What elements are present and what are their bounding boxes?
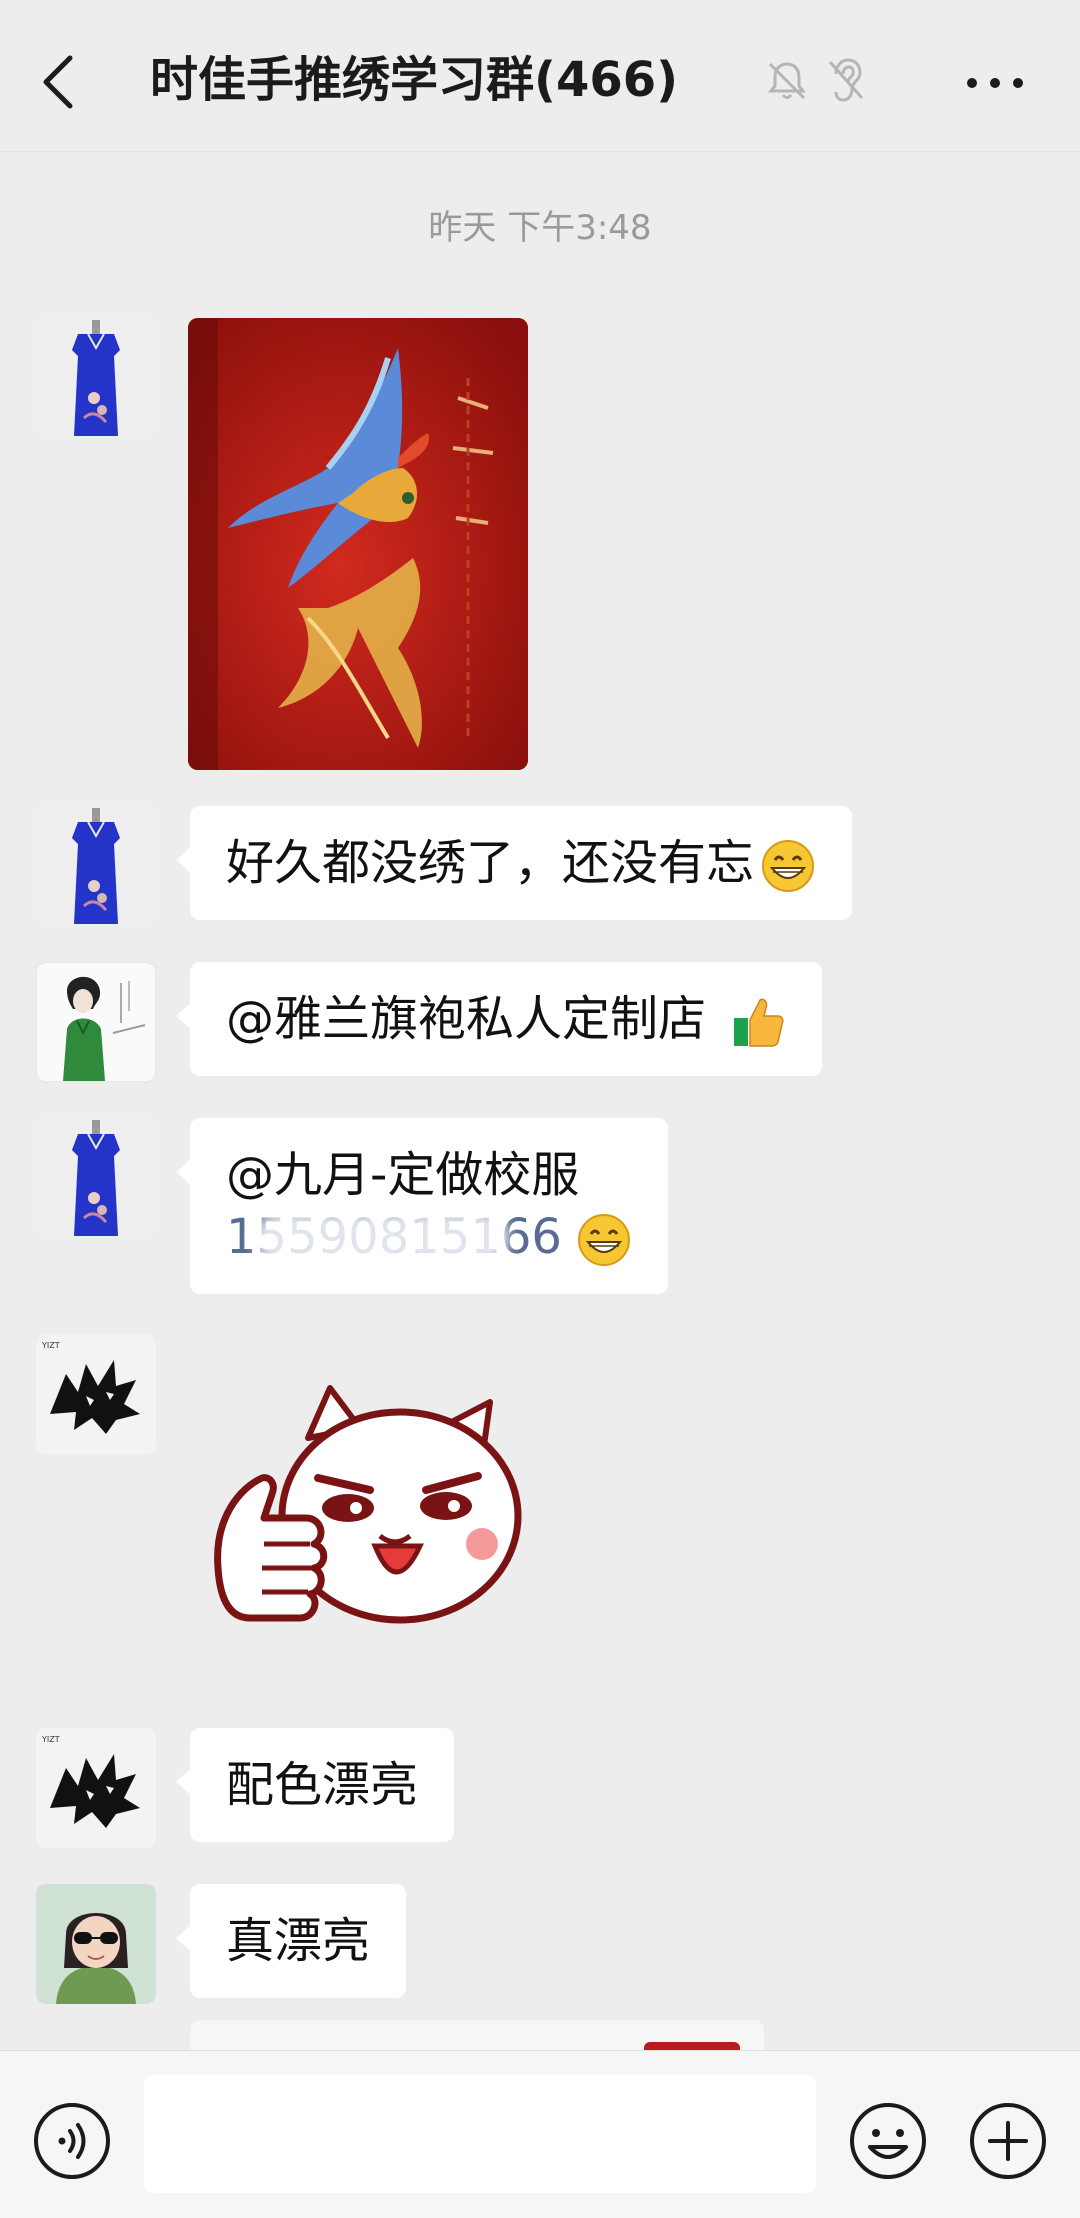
smiley-icon bbox=[850, 2103, 926, 2179]
avatar[interactable] bbox=[36, 962, 156, 1082]
voice-icon bbox=[34, 2103, 110, 2179]
more-horizontal-icon bbox=[967, 78, 1023, 88]
more-button[interactable] bbox=[960, 58, 1030, 108]
girl-avatar bbox=[36, 1884, 156, 2004]
avatar[interactable] bbox=[36, 318, 156, 438]
message-text: 好久都没绣了，还没有忘 bbox=[226, 835, 755, 891]
message-input[interactable] bbox=[144, 2075, 816, 2193]
timestamp: 昨天 下午3:48 bbox=[428, 208, 652, 248]
ear-icon bbox=[826, 56, 866, 104]
chat-title: 时佳手推绣学习群(466) bbox=[150, 52, 679, 108]
message-bubble[interactable]: 真漂亮 bbox=[175, 1884, 407, 1998]
cat-thumbs-up-sticker[interactable] bbox=[210, 1368, 540, 1668]
chat-screen: 时佳手推绣学习群(466) 昨天 下午3:48 好久都没绣了，还没有忘 @雅兰旗… bbox=[0, 0, 1080, 2218]
qipao-avatar bbox=[36, 318, 156, 438]
svg-text:YIZT: YIZT bbox=[41, 1735, 60, 1744]
message-text: @雅兰旗袍私人定制店 bbox=[226, 991, 707, 1047]
avatar[interactable] bbox=[36, 1884, 156, 2004]
bell-off-icon bbox=[764, 58, 810, 104]
mention-text: @九月-定做校服 bbox=[226, 1147, 580, 1203]
chevron-left-icon bbox=[43, 55, 73, 109]
message-bubble[interactable]: 好久都没绣了，还没有忘 bbox=[175, 806, 853, 920]
qipao-avatar bbox=[36, 806, 156, 926]
chat-header: 时佳手推绣学习群(466) bbox=[0, 0, 1080, 152]
svg-text:YIZT: YIZT bbox=[41, 1341, 60, 1350]
embroidery-photo[interactable] bbox=[188, 318, 528, 770]
plus-circle-icon bbox=[970, 2103, 1046, 2179]
qipao-avatar bbox=[36, 1118, 156, 1238]
phone-number[interactable]: 15590815166 bbox=[226, 1206, 562, 1268]
avatar[interactable] bbox=[36, 1118, 156, 1238]
more-actions-button[interactable] bbox=[968, 2101, 1048, 2181]
wolf-avatar: YIZT bbox=[36, 1334, 156, 1454]
message-bubble[interactable]: @九月-定做校服 15590815166 bbox=[176, 1118, 668, 1294]
grin-emoji bbox=[762, 840, 815, 892]
voice-button[interactable] bbox=[32, 2101, 112, 2181]
message-bubble[interactable]: @雅兰旗袍私人定制店 bbox=[175, 962, 823, 1076]
emoji-button[interactable] bbox=[848, 2101, 928, 2181]
wolf-avatar: YIZT bbox=[36, 1728, 156, 1848]
avatar[interactable] bbox=[36, 806, 156, 926]
sketch-avatar bbox=[37, 963, 155, 1081]
back-button[interactable] bbox=[30, 46, 90, 118]
message-bubble[interactable]: 配色漂亮 bbox=[175, 1728, 455, 1842]
avatar[interactable]: YIZT bbox=[36, 1334, 156, 1454]
avatar[interactable]: YIZT bbox=[36, 1728, 156, 1848]
grin-emoji bbox=[577, 1214, 630, 1266]
redaction-blur bbox=[254, 1212, 510, 1264]
message-text: 真漂亮 bbox=[226, 1913, 371, 1969]
input-bar bbox=[0, 2050, 1080, 2218]
thumbs-up-emoji bbox=[734, 998, 784, 1047]
message-text: 配色漂亮 bbox=[226, 1757, 419, 1813]
